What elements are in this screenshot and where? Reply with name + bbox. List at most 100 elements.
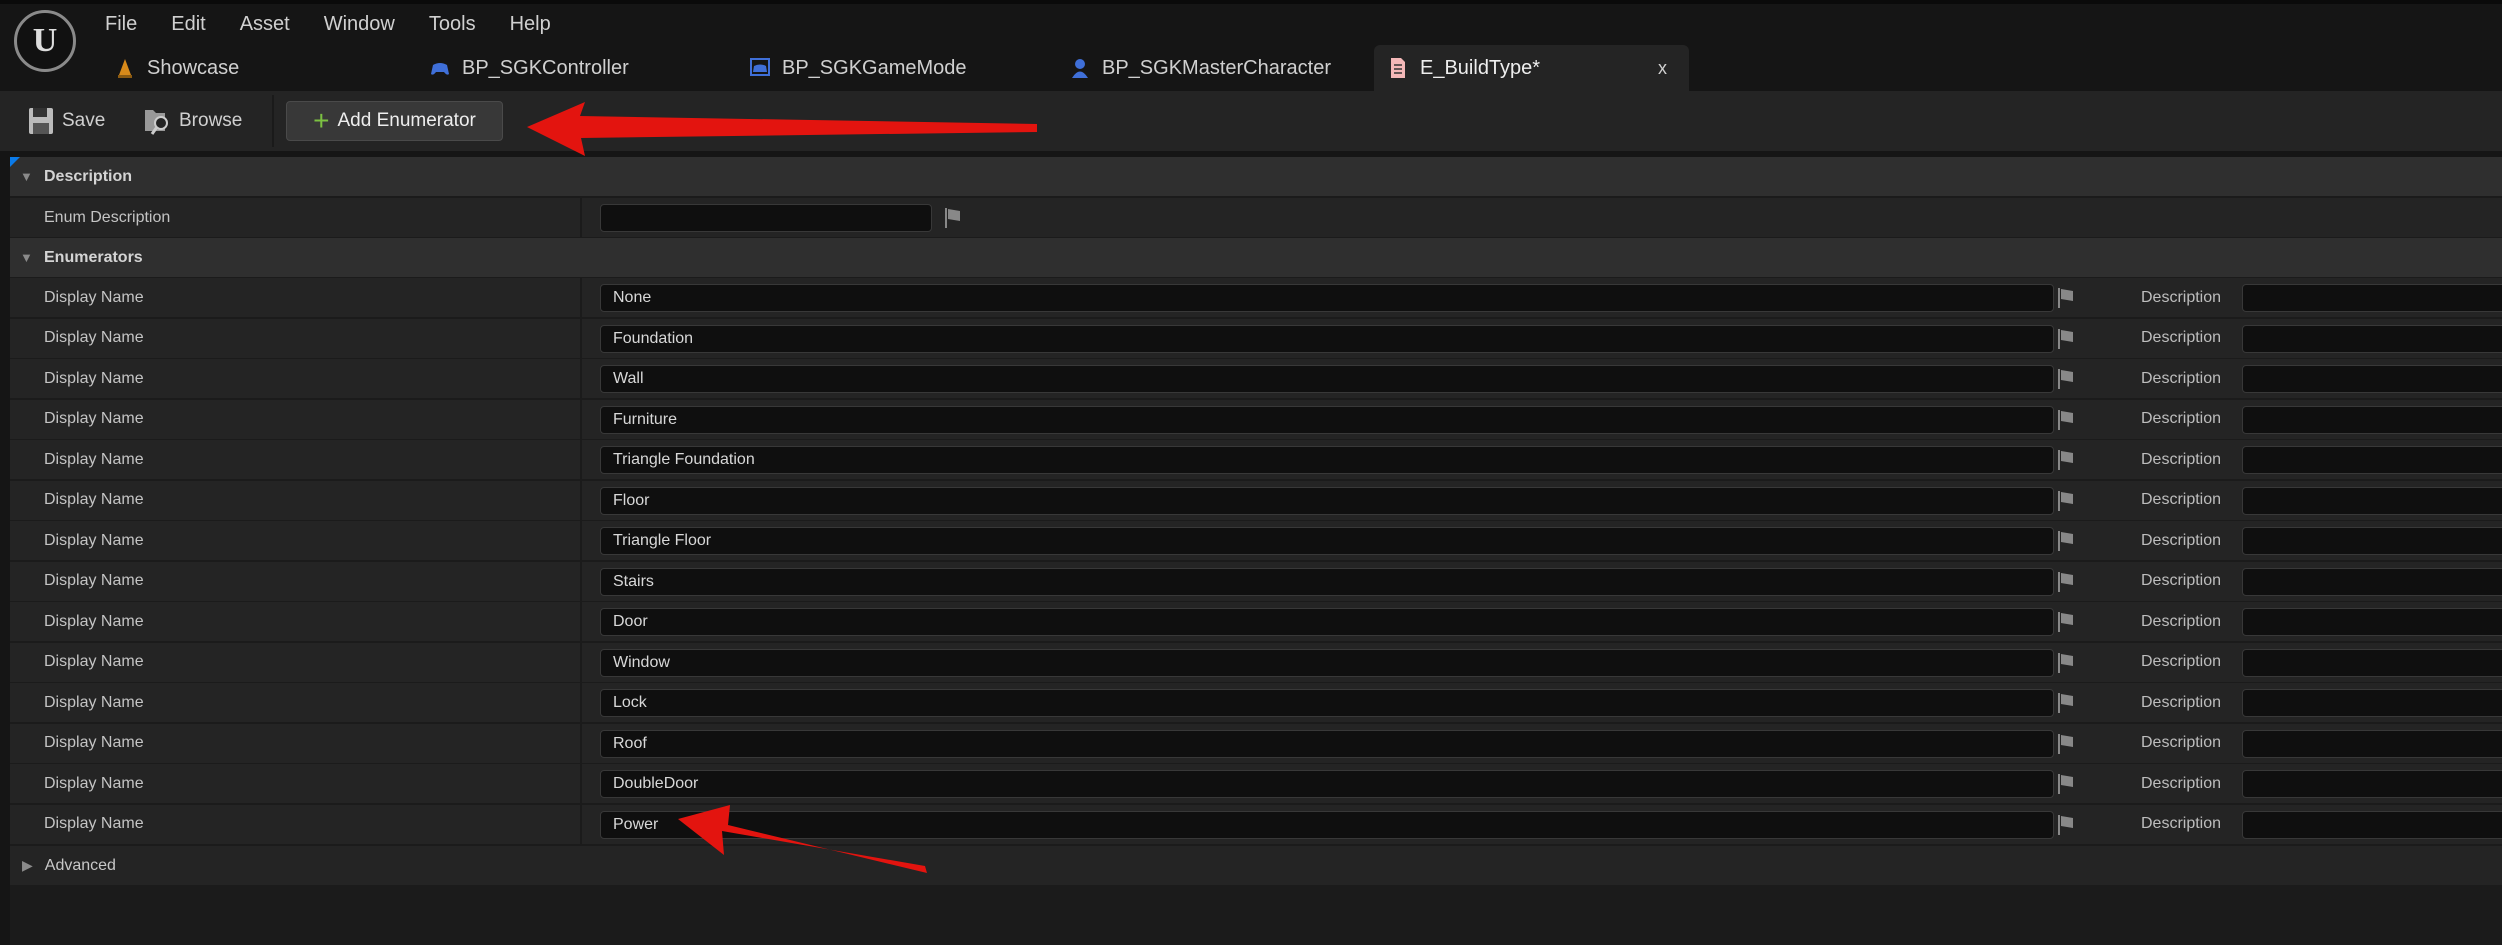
- tab-showcase[interactable]: Showcase: [115, 45, 239, 91]
- focus-corner: [10, 157, 20, 167]
- display-name-input[interactable]: Furniture: [600, 405, 2054, 434]
- display-name-input[interactable]: Door: [600, 608, 2054, 636]
- browse-button[interactable]: Browse: [143, 101, 242, 141]
- localization-flag-icon[interactable]: [2057, 368, 2075, 390]
- description-input[interactable]: [2242, 486, 2502, 515]
- localization-flag-icon[interactable]: [2057, 287, 2075, 309]
- section-enumerators[interactable]: ▼ Enumerators: [10, 238, 2502, 277]
- description-input[interactable]: [2242, 284, 2502, 312]
- localization-flag-icon[interactable]: [2057, 814, 2075, 836]
- description-input[interactable]: [2242, 810, 2502, 839]
- enumerator-row: Display Name Wall Description: [10, 359, 2502, 398]
- enum-icon: [1391, 58, 1405, 78]
- column-divider[interactable]: [580, 521, 582, 560]
- localization-flag-icon[interactable]: [2057, 571, 2075, 593]
- section-description[interactable]: ▼ Description: [10, 157, 2502, 196]
- column-divider[interactable]: [580, 359, 582, 398]
- menu-file[interactable]: File: [105, 6, 154, 42]
- localization-flag-icon[interactable]: [2057, 449, 2075, 471]
- localization-flag-icon[interactable]: [944, 207, 962, 229]
- description-input[interactable]: [2242, 527, 2502, 555]
- description-input[interactable]: [2242, 689, 2502, 717]
- localization-flag-icon[interactable]: [2057, 733, 2075, 755]
- column-divider[interactable]: [580, 440, 582, 479]
- browse-icon: [145, 110, 168, 135]
- description-input[interactable]: [2242, 608, 2502, 636]
- display-name-input[interactable]: Foundation: [600, 324, 2054, 353]
- display-name-label: Display Name: [44, 288, 144, 306]
- enum-description-input[interactable]: [600, 204, 932, 232]
- display-name-input[interactable]: Triangle Foundation: [600, 446, 2054, 474]
- localization-flag-icon[interactable]: [2057, 611, 2075, 633]
- description-label: Description: [2141, 653, 2222, 670]
- description-input[interactable]: [2242, 446, 2502, 474]
- column-divider[interactable]: [580, 399, 582, 439]
- localization-flag-icon[interactable]: [2057, 490, 2075, 512]
- description-input[interactable]: [2242, 324, 2502, 353]
- menu-edit[interactable]: Edit: [171, 6, 222, 42]
- menu-help[interactable]: Help: [510, 6, 568, 42]
- description-label: Description: [2141, 531, 2222, 549]
- display-name-input[interactable]: Power: [600, 810, 2054, 839]
- column-divider[interactable]: [580, 561, 582, 601]
- column-divider[interactable]: [580, 764, 582, 803]
- localization-flag-icon[interactable]: [2057, 652, 2075, 674]
- unreal-logo-icon[interactable]: U: [14, 10, 76, 72]
- add-enumerator-label: Add Enumerator: [337, 110, 476, 131]
- display-name-input[interactable]: None: [600, 284, 2054, 312]
- display-name-input[interactable]: Lock: [600, 689, 2054, 717]
- description-input[interactable]: [2242, 648, 2502, 677]
- display-name-input[interactable]: Floor: [600, 486, 2054, 515]
- column-divider[interactable]: [580, 804, 582, 844]
- toolbar-separator: [272, 95, 274, 147]
- display-name-input[interactable]: Triangle Floor: [600, 527, 2054, 555]
- tab-bp-sgkcontroller[interactable]: BP_SGKController: [430, 45, 629, 91]
- description-input[interactable]: [2242, 729, 2502, 758]
- display-name-input[interactable]: Stairs: [600, 567, 2054, 596]
- column-divider[interactable]: [580, 480, 582, 520]
- add-enumerator-button[interactable]: + Add Enumerator: [286, 101, 503, 141]
- display-name-input[interactable]: Wall: [600, 365, 2054, 393]
- panel-edge: [0, 151, 10, 945]
- column-divider[interactable]: [580, 198, 582, 237]
- window-border: [0, 0, 2502, 4]
- menu-window[interactable]: Window: [324, 6, 412, 42]
- tab-bp-sgkgamemode[interactable]: BP_SGKGameMode: [750, 45, 967, 91]
- close-tab-button[interactable]: x: [1658, 58, 1667, 79]
- section-advanced[interactable]: ▶ Advanced: [10, 846, 2502, 885]
- column-divider[interactable]: [580, 602, 582, 641]
- display-name-label: Display Name: [44, 369, 144, 387]
- display-name-input[interactable]: Window: [600, 648, 2054, 677]
- tab-label: BP_SGKGameMode: [782, 56, 967, 79]
- description-input[interactable]: [2242, 770, 2502, 798]
- enumerator-row: Display Name Stairs Description: [10, 561, 2502, 601]
- description-input[interactable]: [2242, 405, 2502, 434]
- localization-flag-icon[interactable]: [2057, 530, 2075, 552]
- menu-bar: File Edit Asset Window Tools Help: [105, 6, 585, 42]
- column-divider[interactable]: [580, 642, 582, 682]
- description-input[interactable]: [2242, 365, 2502, 393]
- menu-asset[interactable]: Asset: [240, 6, 307, 42]
- tab-label: Showcase: [147, 56, 240, 79]
- localization-flag-icon[interactable]: [2057, 773, 2075, 795]
- column-divider[interactable]: [580, 723, 582, 763]
- tab-label: BP_SGKMasterCharacter: [1102, 56, 1331, 79]
- column-divider[interactable]: [580, 683, 582, 722]
- column-divider[interactable]: [580, 278, 582, 317]
- localization-flag-icon[interactable]: [2057, 409, 2075, 431]
- localization-flag-icon[interactable]: [2057, 328, 2075, 350]
- save-button[interactable]: Save: [28, 101, 105, 141]
- gamemode-icon: [750, 58, 770, 76]
- column-divider[interactable]: [580, 318, 582, 358]
- tab-bp-sgkmastercharacter[interactable]: BP_SGKMasterCharacter: [1070, 45, 1331, 91]
- localization-flag-icon[interactable]: [2057, 692, 2075, 714]
- details-panel: ▼ Description Enum Description ▼ Enumera…: [10, 157, 2502, 945]
- display-name-input[interactable]: Roof: [600, 729, 2054, 758]
- enumerator-row: Display Name Floor Description: [10, 480, 2502, 520]
- description-label: Description: [2141, 572, 2222, 589]
- display-name-input[interactable]: DoubleDoor: [600, 770, 2054, 798]
- menu-tools[interactable]: Tools: [429, 6, 493, 42]
- description-input[interactable]: [2242, 567, 2502, 596]
- tab-e-buildtype[interactable]: E_BuildType* x: [1374, 45, 1689, 91]
- display-name-label: Display Name: [44, 815, 144, 832]
